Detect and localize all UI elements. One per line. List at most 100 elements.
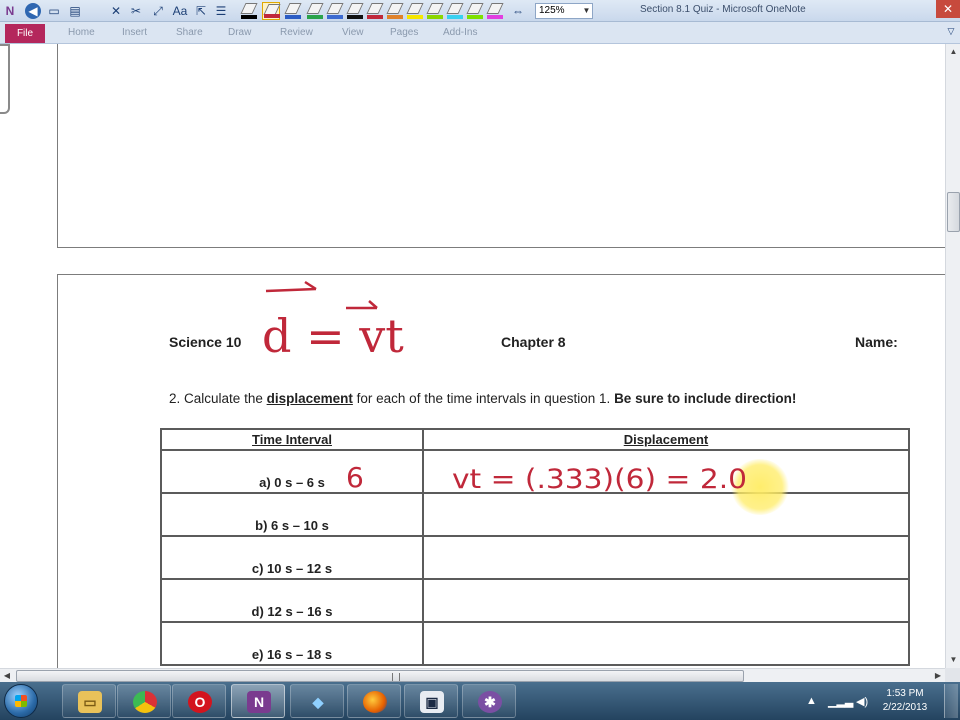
taskbar-clock[interactable]: 1:53 PM 2/22/2013 (875, 687, 935, 715)
displacement-cell[interactable] (422, 449, 910, 494)
tab-add-ins[interactable]: Add-Ins (443, 27, 477, 38)
displacement-cell[interactable] (422, 578, 910, 623)
firefox-icon (363, 691, 387, 713)
close-button[interactable]: ✕ (936, 0, 960, 18)
type-text-icon[interactable]: Aa (172, 3, 188, 19)
taskbar-app[interactable]: ✱ (462, 684, 516, 718)
page-view-icon[interactable]: ▤ (67, 3, 83, 19)
vertical-scrollbar[interactable]: ▲ ▼ (945, 44, 960, 668)
tab-file[interactable]: File (5, 24, 45, 43)
eraser-icon[interactable]: ✕ (108, 3, 124, 19)
displacement-table: Time Interval Displacement a) 0 s – 6 s … (160, 428, 910, 666)
title-bar: N ◀ ▭ ▤ ✕ ✂ ⤢ Aa ⇱ ☰ ⇔ 125% ▼ Section 8.… (0, 0, 960, 22)
header-time-interval: Time Interval (160, 428, 424, 451)
start-button[interactable] (4, 684, 38, 718)
taskbar-firefox[interactable] (347, 684, 401, 718)
pen-blue-icon[interactable] (284, 2, 302, 20)
page-canvas[interactable]: Science 10 Chapter 8 Name: 2. Calculate … (0, 44, 945, 668)
opera-icon: O (188, 691, 212, 713)
highlighter-green-icon[interactable] (426, 2, 444, 20)
table-row: a) 0 s – 6 s (160, 449, 910, 494)
pen-crimson-icon[interactable] (366, 2, 384, 20)
highlighter-lime-icon[interactable] (466, 2, 484, 20)
onenote-logo-icon[interactable]: N (2, 3, 18, 19)
chevron-down-icon[interactable]: ▼ (580, 3, 593, 19)
highlighter-cyan-icon[interactable] (446, 2, 464, 20)
clock-time: 1:53 PM (886, 688, 924, 699)
scroll-left-icon[interactable]: ◀ (0, 669, 14, 683)
taskbar-opera[interactable]: O (172, 684, 226, 718)
taskbar-dropbox[interactable]: ◆ (290, 684, 344, 718)
scroll-up-icon[interactable]: ▲ (947, 45, 960, 59)
question-text-2: for each of the time intervals in questi… (356, 391, 611, 406)
question-number: 2. (169, 391, 181, 406)
tab-share[interactable]: Share (176, 27, 203, 38)
pen-green-icon[interactable] (306, 2, 324, 20)
pen-orange-icon[interactable] (386, 2, 404, 20)
tab-view[interactable]: View (342, 27, 364, 38)
tab-review[interactable]: Review (280, 27, 313, 38)
lasso-select-icon[interactable]: ✂ (128, 3, 144, 19)
onenote-icon: N (247, 691, 271, 713)
question-emphasis: Be sure to include direction! (614, 391, 797, 406)
interval-cell: d) 12 s – 16 s (160, 578, 424, 623)
highlighter-magenta-icon[interactable] (486, 2, 504, 20)
highlighter-yellow-icon[interactable] (406, 2, 424, 20)
scrollbar-corner (945, 668, 960, 682)
scroll-down-icon[interactable]: ▼ (947, 653, 960, 667)
screen-recorder-icon: ▣ (420, 691, 444, 713)
table-header-row: Time Interval Displacement (160, 428, 910, 451)
horizontal-scroll-thumb[interactable] (16, 670, 744, 682)
course-label: Science 10 (169, 334, 242, 350)
pen-black-icon[interactable] (240, 2, 258, 20)
chrome-icon (133, 691, 157, 713)
dock-to-desktop-icon[interactable]: ▭ (46, 3, 62, 19)
folder-icon: ▭ (78, 691, 102, 713)
taskbar-explorer[interactable]: ▭ (62, 684, 116, 718)
displacement-cell[interactable] (422, 621, 910, 666)
insert-space-icon[interactable]: ⤢ (150, 3, 166, 19)
cursor-highlight (731, 459, 789, 515)
network-icon[interactable]: ▁▂▃ (828, 695, 853, 708)
question-keyword: displacement (266, 391, 353, 406)
taskbar-onenote[interactable]: N (231, 684, 285, 718)
pen-red-icon[interactable] (262, 2, 281, 20)
page-width-icon[interactable]: ⇔ (510, 3, 526, 19)
back-icon[interactable]: ◀ (25, 3, 41, 19)
taskbar-screencast[interactable]: ▣ (404, 684, 458, 718)
gear-icon: ✱ (478, 691, 502, 713)
grip-icon (392, 673, 400, 681)
previous-page-region (57, 44, 945, 248)
table-row: d) 12 s – 16 s (160, 578, 910, 623)
tab-home[interactable]: Home (68, 27, 95, 38)
table-row: c) 10 s – 12 s (160, 535, 910, 580)
tray-expand-icon[interactable]: ▲ (806, 695, 817, 707)
displacement-cell[interactable] (422, 492, 910, 537)
name-label: Name: (855, 334, 898, 350)
pen-dark-icon[interactable] (346, 2, 364, 20)
header-displacement: Displacement (422, 428, 910, 451)
select-objects-icon[interactable]: ⇱ (193, 3, 209, 19)
show-desktop-button[interactable] (944, 684, 958, 718)
tab-pages[interactable]: Pages (390, 27, 418, 38)
scroll-right-icon[interactable]: ▶ (931, 669, 945, 683)
horizontal-scrollbar[interactable]: ◀ ▶ (0, 668, 945, 682)
volume-icon[interactable]: ◀) (856, 695, 868, 708)
tab-draw[interactable]: Draw (228, 27, 251, 38)
onenote-window: N ◀ ▭ ▤ ✕ ✂ ⤢ Aa ⇱ ☰ ⇔ 125% ▼ Section 8.… (0, 0, 960, 720)
tab-insert[interactable]: Insert (122, 27, 147, 38)
vertical-scroll-thumb[interactable] (947, 192, 960, 232)
pen-blue2-icon[interactable] (326, 2, 344, 20)
question-2: 2. Calculate the displacement for each o… (169, 391, 796, 406)
clock-date: 2/22/2013 (882, 702, 928, 713)
expand-ribbon-icon[interactable]: ▽ (945, 26, 957, 38)
pen-list-icon[interactable]: ☰ (213, 3, 229, 19)
question-text-1: Calculate the (184, 391, 263, 406)
window-title: Section 8.1 Quiz - Microsoft OneNote (640, 4, 806, 15)
interval-cell: c) 10 s – 12 s (160, 535, 424, 580)
dropbox-icon: ◆ (312, 694, 324, 710)
displacement-cell[interactable] (422, 535, 910, 580)
interval-cell: b) 6 s – 10 s (160, 492, 424, 537)
taskbar-chrome[interactable] (117, 684, 171, 718)
chapter-label: Chapter 8 (501, 334, 566, 350)
